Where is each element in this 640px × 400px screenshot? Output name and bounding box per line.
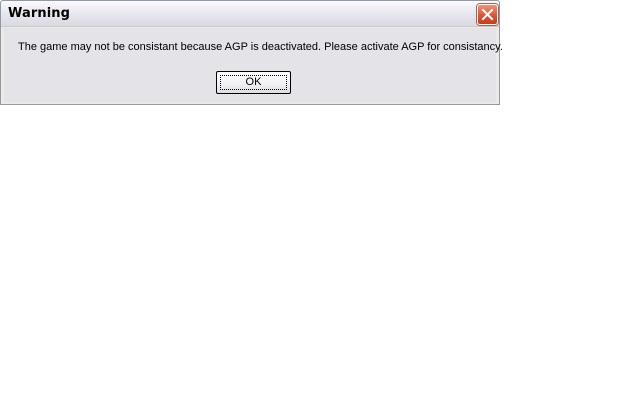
ok-button-label: OK <box>245 76 262 88</box>
dialog-title: Warning <box>8 6 71 21</box>
warning-dialog: Warning The game may not be consistant b… <box>0 0 503 105</box>
dialog-body: The game may not be consistant because A… <box>4 28 503 102</box>
warning-message: The game may not be consistant because A… <box>18 41 503 53</box>
close-button[interactable] <box>477 4 498 25</box>
ok-button[interactable]: OK <box>216 71 291 94</box>
title-bar[interactable]: Warning <box>1 1 499 27</box>
